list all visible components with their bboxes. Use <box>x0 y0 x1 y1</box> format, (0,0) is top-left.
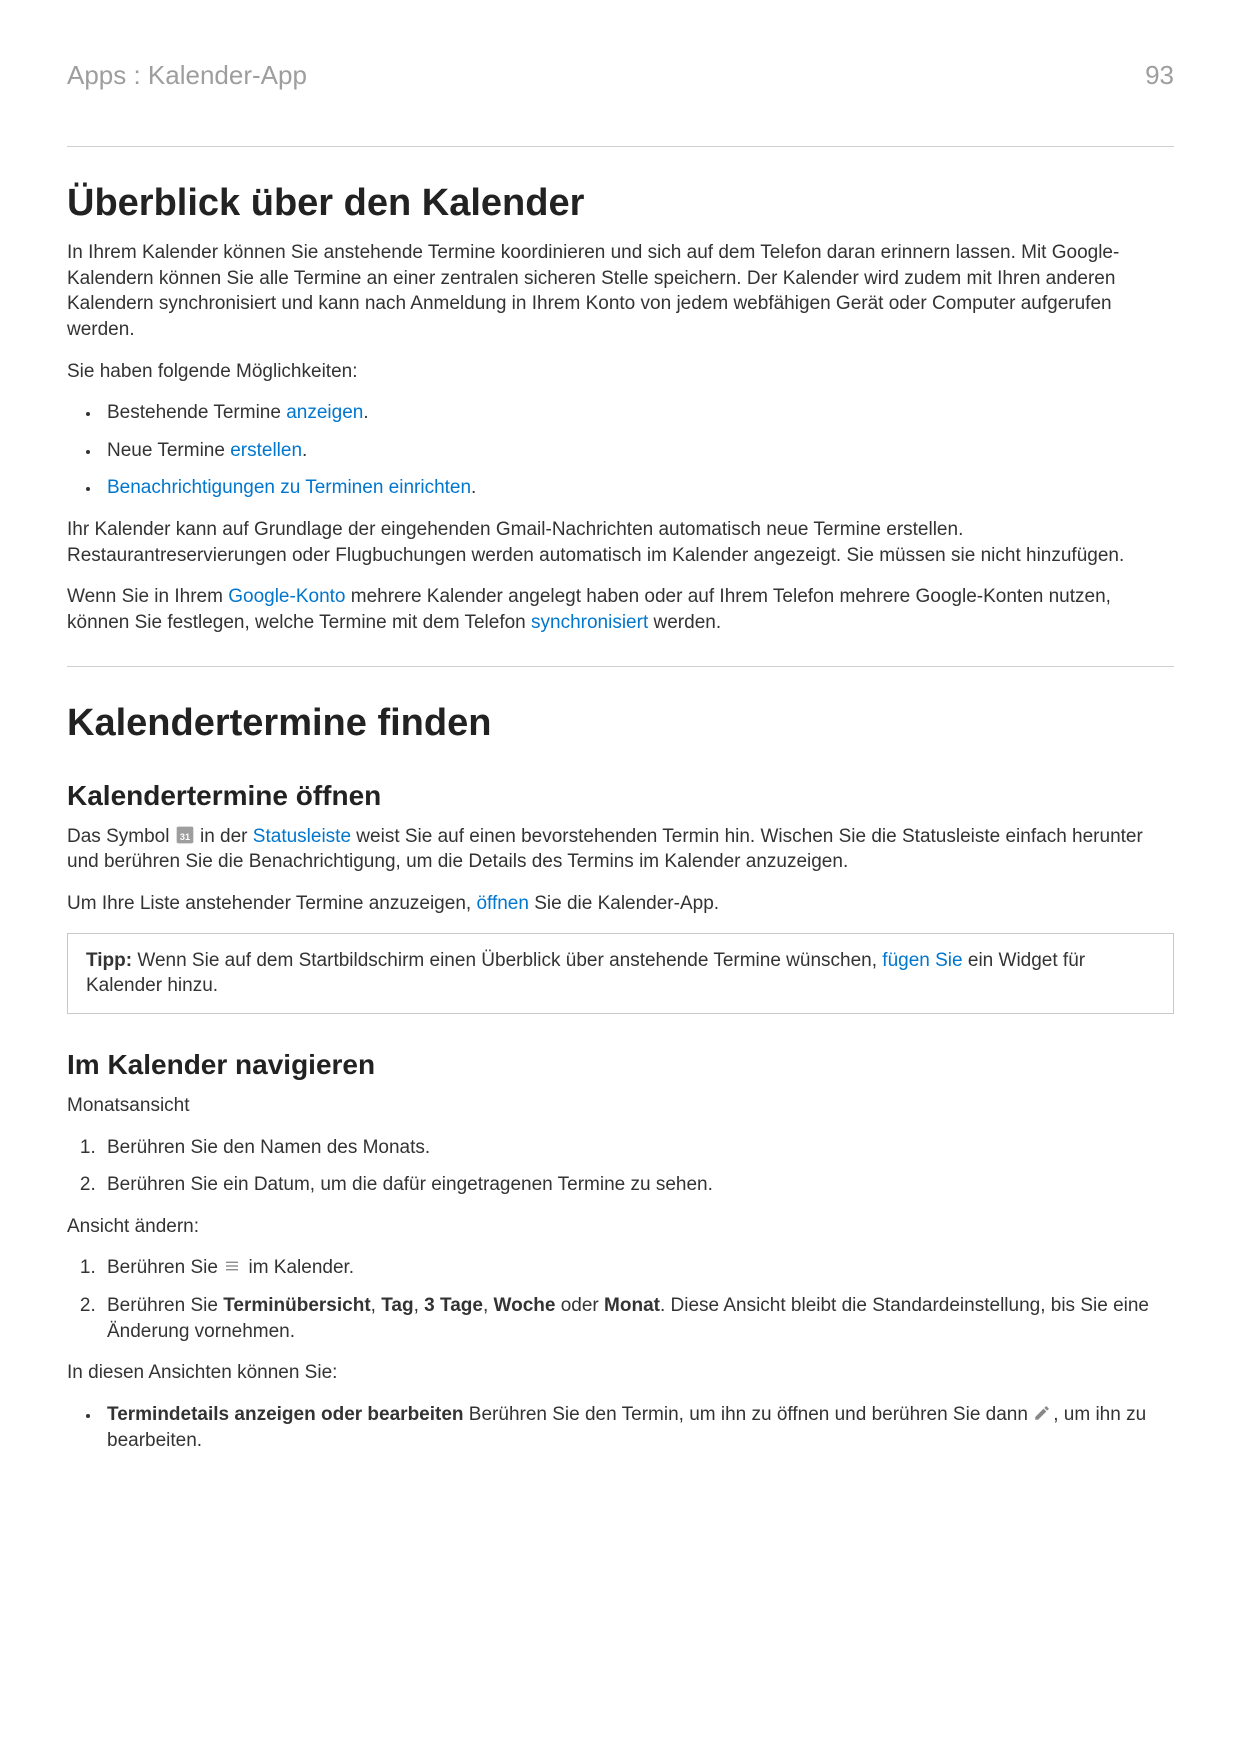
breadcrumb: Apps : Kalender-App <box>67 60 307 91</box>
list-item: Berühren Sie ein Datum, um die dafür ein… <box>101 1172 1174 1198</box>
overview-intro: In Ihrem Kalender können Sie anstehende … <box>67 240 1174 343</box>
pencil-edit-icon <box>1033 1404 1053 1424</box>
tip-box: Tipp: Wenn Sie auf dem Startbildschirm e… <box>67 933 1174 1014</box>
list-item: Berühren Sie Terminübersicht, Tag, 3 Tag… <box>101 1293 1174 1344</box>
svg-text:31: 31 <box>180 832 190 842</box>
subheading-open-events: Kalendertermine öffnen <box>67 780 1174 812</box>
list-item: Neue Termine erstellen. <box>101 438 1174 464</box>
link-create[interactable]: erstellen <box>230 440 302 461</box>
views-actions-label: In diesen Ansichten können Sie: <box>67 1360 1174 1386</box>
page-header: Apps : Kalender-App 93 <box>67 60 1174 91</box>
list-item: Berühren Sie im Kalender. <box>101 1255 1174 1281</box>
overview-sync: Wenn Sie in Ihrem Google-Konto mehrere K… <box>67 584 1174 635</box>
link-sync[interactable]: synchronisiert <box>531 612 648 633</box>
link-statusbar[interactable]: Statusleiste <box>253 826 351 847</box>
navigate-monthview-label: Monatsansicht <box>67 1093 1174 1119</box>
monthview-steps: Berühren Sie den Namen des Monats. Berüh… <box>67 1135 1174 1198</box>
change-view-label: Ansicht ändern: <box>67 1214 1174 1240</box>
overview-options-list: Bestehende Termine anzeigen. Neue Termin… <box>67 400 1174 501</box>
link-google-account[interactable]: Google-Konto <box>228 586 345 607</box>
open-events-p1: Das Symbol 31 in der Statusleiste weist … <box>67 824 1174 875</box>
divider <box>67 666 1174 667</box>
link-add-widget[interactable]: fügen Sie <box>882 950 962 971</box>
list-item: Termindetails anzeigen oder bearbeiten B… <box>101 1402 1174 1453</box>
page-number: 93 <box>1145 60 1174 91</box>
calendar-notification-icon: 31 <box>175 825 195 845</box>
list-item: Bestehende Termine anzeigen. <box>101 400 1174 426</box>
section-title-find: Kalendertermine finden <box>67 702 1174 745</box>
list-item: Berühren Sie den Namen des Monats. <box>101 1135 1174 1161</box>
link-notifications[interactable]: Benachrichtigungen zu Terminen einrichte… <box>107 477 471 498</box>
link-view[interactable]: anzeigen <box>286 402 363 423</box>
tip-label: Tipp: <box>86 950 137 971</box>
open-events-p2: Um Ihre Liste anstehender Termine anzuze… <box>67 891 1174 917</box>
overview-options-label: Sie haben folgende Möglichkeiten: <box>67 359 1174 385</box>
change-view-steps: Berühren Sie im Kalender. Berühren Sie T… <box>67 1255 1174 1344</box>
link-open[interactable]: öffnen <box>476 893 528 914</box>
subheading-navigate: Im Kalender navigieren <box>67 1049 1174 1081</box>
views-actions-list: Termindetails anzeigen oder bearbeiten B… <box>67 1402 1174 1453</box>
section-title-overview: Überblick über den Kalender <box>67 182 1174 225</box>
divider <box>67 146 1174 147</box>
hamburger-menu-icon <box>223 1257 243 1277</box>
overview-auto-events: Ihr Kalender kann auf Grundlage der eing… <box>67 517 1174 568</box>
list-item: Benachrichtigungen zu Terminen einrichte… <box>101 475 1174 501</box>
